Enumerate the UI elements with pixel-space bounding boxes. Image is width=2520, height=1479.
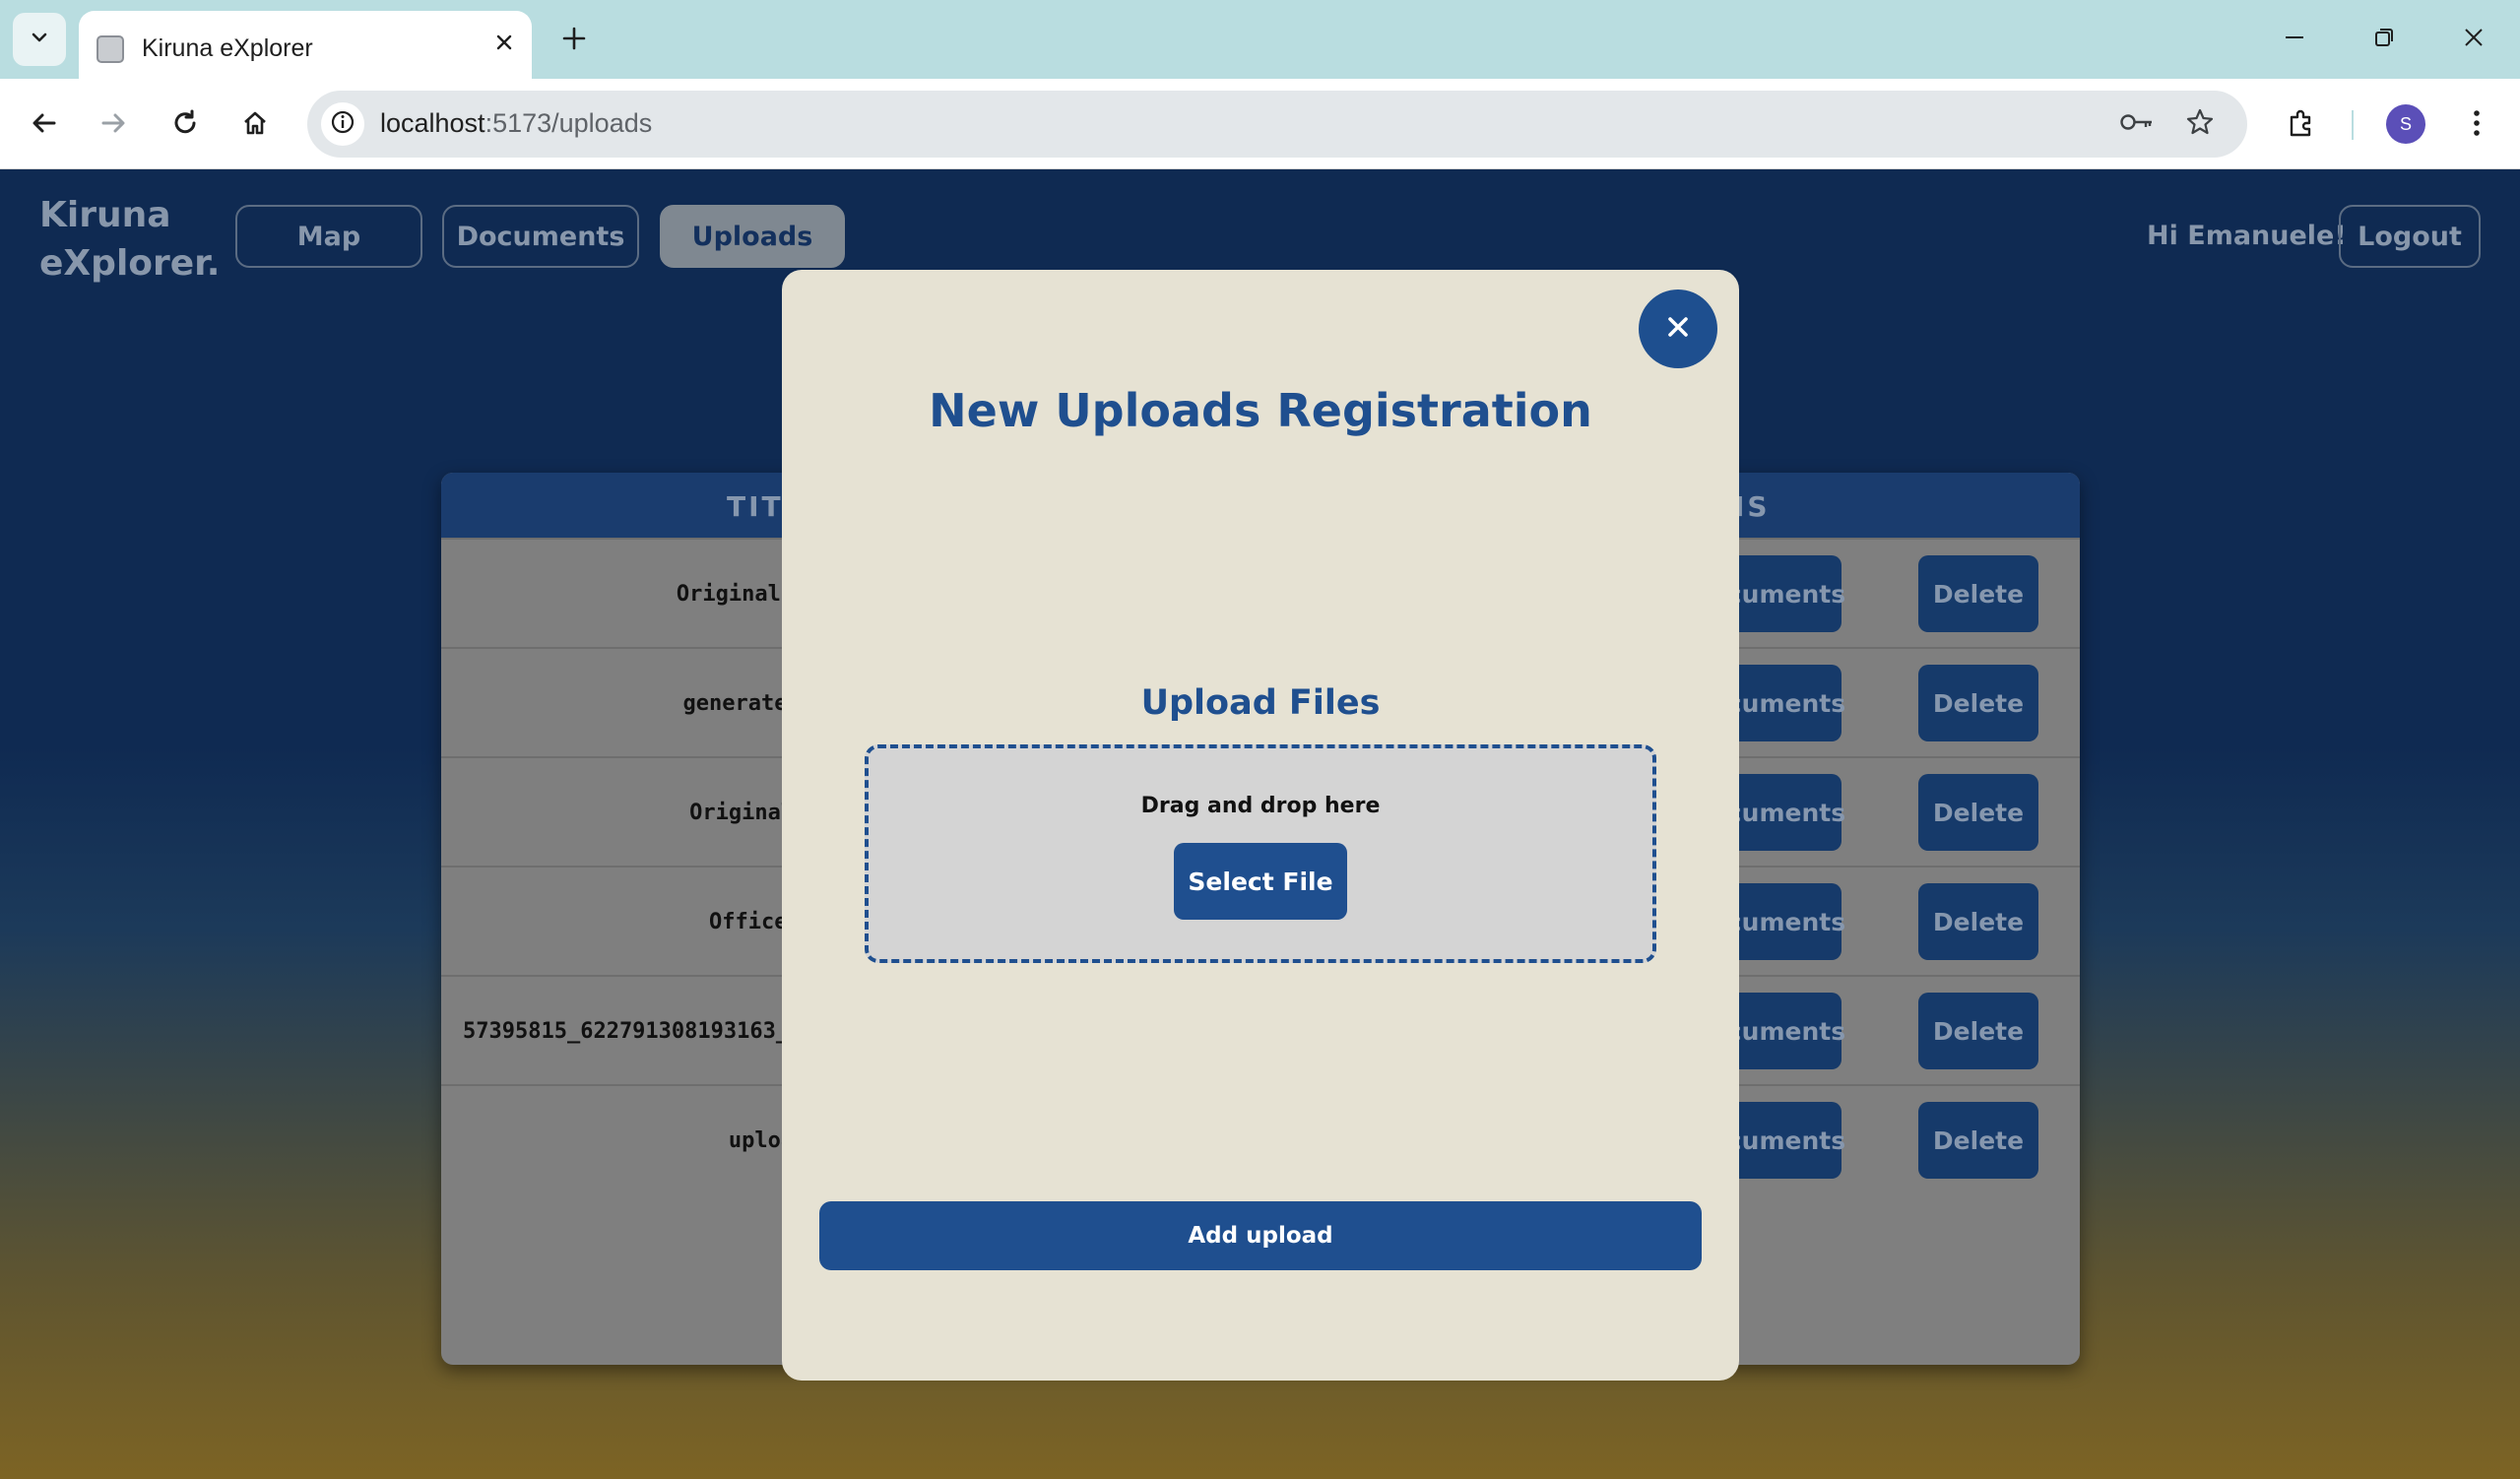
browser-toolbar: localhost:5173/uploads S [0,79,2520,169]
browser-tab[interactable]: Kiruna eXplorer [79,11,532,79]
tab-search-button[interactable] [13,13,66,66]
reload-icon [170,108,200,142]
restore-icon [2372,26,2396,53]
nav-uploads[interactable]: Uploads [660,205,845,268]
reload-button[interactable] [161,100,210,150]
password-key-button[interactable] [2115,102,2159,146]
info-icon [330,109,355,139]
close-icon [1663,312,1693,346]
key-icon [2119,111,2155,137]
dropzone-hint: Drag and drop here [1140,794,1381,818]
upload-files-label: Upload Files [1140,683,1381,723]
select-file-button[interactable]: Select File [1174,843,1347,920]
profile-avatar[interactable]: S [2386,104,2425,144]
url-host: localhost [380,108,485,138]
app-logo[interactable]: Kiruna eXplorer. [39,191,220,288]
close-icon [494,32,514,56]
row-delete-button[interactable]: Delete [1918,1102,2038,1179]
restore-button[interactable] [2355,14,2414,65]
tab-title: Kiruna eXplorer [142,34,313,62]
minimize-icon [2283,26,2306,53]
back-button[interactable] [20,100,69,150]
minimize-button[interactable] [2265,14,2324,65]
browser-menu-button[interactable] [2452,100,2501,150]
browser-tabstrip: Kiruna eXplorer [0,0,2520,79]
home-button[interactable] [230,100,280,150]
row-delete-button[interactable]: Delete [1918,993,2038,1069]
toolbar-divider [2352,110,2354,140]
star-icon [2185,107,2215,141]
forward-button[interactable] [89,100,138,150]
nav-documents[interactable]: Documents [442,205,639,268]
plus-icon [561,26,587,55]
add-upload-button[interactable]: Add upload [819,1201,1702,1270]
more-vertical-icon [2472,108,2482,142]
row-delete-button[interactable]: Delete [1918,774,2038,851]
row-delete-button[interactable]: Delete [1918,883,2038,960]
tab-close-button[interactable] [486,27,522,62]
modal-title: New Uploads Registration [929,384,1592,437]
new-upload-modal: New Uploads Registration Upload Files Dr… [782,270,1739,1381]
nav-map[interactable]: Map [235,205,422,268]
url-path: :5173/uploads [485,108,653,138]
puzzle-icon [2286,107,2317,143]
chevron-down-icon [29,27,50,52]
new-tab-button[interactable] [551,18,597,63]
close-icon [2462,26,2486,53]
logout-button[interactable]: Logout [2339,205,2481,268]
extensions-button[interactable] [2277,100,2326,150]
user-greeting: Hi Emanuele! [2147,221,2347,251]
arrow-left-icon [30,108,59,142]
row-delete-button[interactable]: Delete [1918,555,2038,632]
arrow-right-icon [98,108,128,142]
file-dropzone[interactable]: Drag and drop here Select File [865,744,1656,963]
close-window-button[interactable] [2444,14,2503,65]
bookmark-button[interactable] [2178,102,2222,146]
url-text[interactable]: localhost:5173/uploads [380,108,652,139]
address-bar[interactable]: localhost:5173/uploads [307,91,2247,158]
site-info-button[interactable] [321,102,364,146]
favicon-icon [97,35,124,63]
modal-close-button[interactable] [1639,289,1717,368]
row-delete-button[interactable]: Delete [1918,665,2038,741]
home-icon [240,108,270,142]
column-header-title: TIT [727,490,784,523]
